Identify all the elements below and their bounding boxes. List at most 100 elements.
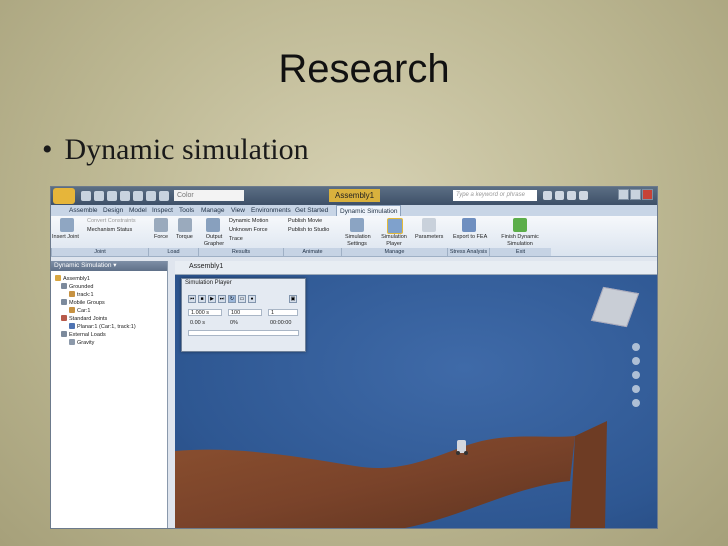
torque-icon[interactable]	[178, 218, 192, 232]
tab-get-started[interactable]: Get Started	[295, 205, 328, 216]
simulation-progress-bar[interactable]	[188, 330, 299, 336]
zoom-icon[interactable]	[632, 371, 640, 379]
maximize-button[interactable]	[630, 189, 641, 200]
rewind-button[interactable]: ⏮	[188, 295, 196, 303]
simulation-settings-icon[interactable]	[350, 218, 364, 232]
tab-design[interactable]: Design	[103, 205, 123, 216]
group-exit: Exit	[489, 248, 551, 256]
parameters-label[interactable]: Parameters	[415, 234, 443, 241]
grounded-icon	[61, 283, 67, 289]
unknown-force-button[interactable]: Unknown Force	[229, 227, 268, 234]
steering-wheel-icon[interactable]	[632, 343, 640, 351]
inventor-screenshot: Color Assembly1 Type a keyword or phrase…	[50, 186, 658, 529]
simulation-player-label[interactable]: Simulation Player	[381, 234, 407, 248]
open-icon[interactable]	[94, 191, 104, 201]
filter-field[interactable]: 1	[268, 309, 298, 316]
minimize-button[interactable]	[618, 189, 629, 200]
new-icon[interactable]	[81, 191, 91, 201]
tree-item-car[interactable]: Car:1	[69, 307, 90, 315]
tree-item-planar[interactable]: Planar:1 (Car:1, track:1)	[69, 323, 136, 331]
joints-icon	[61, 315, 67, 321]
planar-joint-icon	[69, 323, 75, 329]
group-results: Results	[198, 248, 283, 256]
pan-icon[interactable]	[632, 357, 640, 365]
tab-dynamic-simulation[interactable]: Dynamic Simulation	[336, 205, 402, 216]
title-bar: Color Assembly1 Type a keyword or phrase	[51, 187, 657, 205]
force-icon[interactable]	[154, 218, 168, 232]
publish-to-studio-button[interactable]: Publish to Studio	[288, 227, 329, 234]
help-search-input[interactable]: Type a keyword or phrase	[453, 190, 537, 201]
publish-movie-button[interactable]: Publish Movie	[288, 218, 322, 225]
torque-label[interactable]: Torque	[176, 234, 193, 241]
tab-model[interactable]: Model	[129, 205, 147, 216]
group-stress-analysis: Stress Analysis	[447, 248, 489, 256]
screen-refresh-button[interactable]: ▭	[238, 295, 246, 303]
export-to-fea-icon[interactable]	[462, 218, 476, 232]
trace-button[interactable]: Trace	[229, 236, 243, 243]
star-icon[interactable]	[555, 191, 564, 200]
ribbon-panel: Insert Joint Convert Constraints Mechani…	[51, 216, 657, 257]
tab-tools[interactable]: Tools	[179, 205, 194, 216]
bullet-text: Dynamic simulation	[64, 133, 309, 166]
help-icon[interactable]	[579, 191, 588, 200]
tab-manage[interactable]: Manage	[201, 205, 225, 216]
navigation-bar	[632, 343, 642, 423]
current-time: 0.00 s	[190, 320, 205, 326]
color-dropdown[interactable]: Color	[174, 190, 244, 201]
tree-item-gravity[interactable]: Gravity	[69, 339, 94, 347]
images-field[interactable]: 100	[228, 309, 262, 316]
undo-icon[interactable]	[120, 191, 130, 201]
graphics-viewport[interactable]: Assembly1 Simulation Player ⏮ ■ ▶ ⏭ ↻ ▭ …	[175, 261, 657, 528]
look-at-icon[interactable]	[632, 399, 640, 407]
tab-assemble[interactable]: Assemble	[69, 205, 98, 216]
assembly-icon	[55, 275, 61, 281]
select-icon[interactable]	[159, 191, 169, 201]
insert-joint-icon[interactable]	[60, 218, 74, 232]
orbit-icon[interactable]	[632, 385, 640, 393]
track-surface	[175, 436, 575, 528]
mechanism-status-button[interactable]: Mechanism Status	[87, 227, 132, 234]
redo-icon[interactable]	[133, 191, 143, 201]
tab-environments[interactable]: Environments	[251, 205, 291, 216]
close-button[interactable]	[642, 189, 653, 200]
insert-joint-label[interactable]: Insert Joint	[52, 234, 79, 241]
tree-item-track[interactable]: track:1	[69, 291, 94, 299]
home-icon[interactable]	[146, 191, 156, 201]
save-icon[interactable]	[107, 191, 117, 201]
output-grapher-label[interactable]: Output Grapher	[203, 234, 225, 248]
simulation-settings-label[interactable]: Simulation Settings	[345, 234, 371, 248]
tree-item-external-loads[interactable]: External Loads	[61, 331, 106, 339]
gravity-icon	[69, 339, 75, 345]
application-menu-button[interactable]	[53, 188, 75, 204]
export-to-fea-label[interactable]: Export to FEA	[453, 234, 487, 241]
part-icon	[69, 307, 75, 313]
output-grapher-icon[interactable]	[206, 218, 220, 232]
tree-item-assembly[interactable]: Assembly1	[55, 275, 90, 283]
parameters-icon[interactable]	[422, 218, 436, 232]
record-button[interactable]: ●	[248, 295, 256, 303]
finish-checkmark-icon[interactable]	[513, 218, 527, 232]
loop-button[interactable]: ↻	[228, 295, 236, 303]
force-label[interactable]: Force	[154, 234, 168, 241]
tab-inspect[interactable]: Inspect	[152, 205, 173, 216]
ribbon-tabs: Assemble Design Model Inspect Tools Mana…	[51, 205, 657, 216]
stop-button[interactable]: ■	[198, 295, 206, 303]
user-icon[interactable]	[567, 191, 576, 200]
binoculars-icon[interactable]	[543, 191, 552, 200]
group-load: Load	[148, 248, 198, 256]
elapsed-time: 00:00:00	[270, 320, 292, 326]
convert-constraints-button[interactable]: Convert Constraints	[87, 218, 136, 225]
tree-item-grounded[interactable]: Grounded	[61, 283, 93, 291]
end-button[interactable]: ⏭	[218, 295, 226, 303]
percent-complete: 0%	[230, 320, 238, 326]
tree-item-standard-joints[interactable]: Standard Joints	[61, 315, 107, 323]
final-time-field[interactable]: 1.000 s	[188, 309, 222, 316]
tab-view[interactable]: View	[231, 205, 245, 216]
expand-button[interactable]: ▣	[289, 295, 297, 303]
browser-header[interactable]: Dynamic Simulation ▾	[51, 261, 167, 271]
finish-dynamic-simulation-label[interactable]: Finish Dynamic Simulation	[496, 234, 544, 248]
tree-item-mobile-groups[interactable]: Mobile Groups	[61, 299, 105, 307]
simulation-player-icon[interactable]	[387, 218, 403, 234]
play-button[interactable]: ▶	[208, 295, 216, 303]
dynamic-motion-button[interactable]: Dynamic Motion	[229, 218, 268, 225]
